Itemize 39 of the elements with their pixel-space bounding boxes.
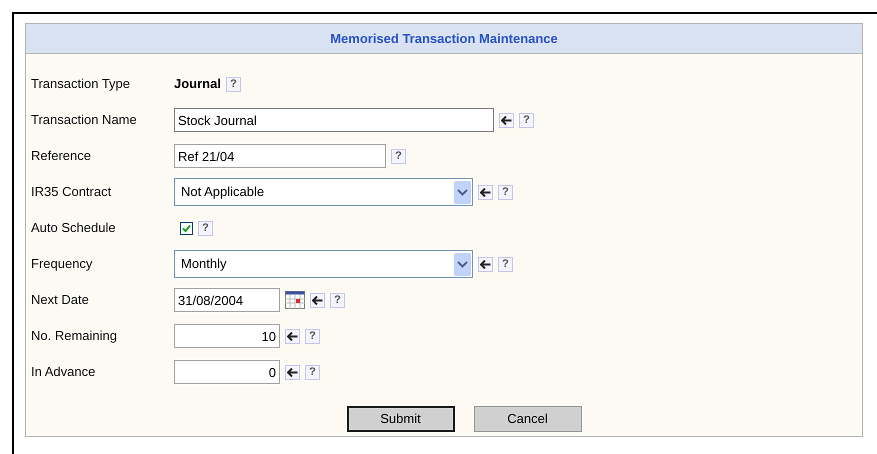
- help-button[interactable]: ?: [330, 292, 345, 308]
- chevron-down-icon: [454, 180, 471, 204]
- help-button[interactable]: ?: [391, 148, 406, 164]
- submit-button[interactable]: Submit: [346, 406, 454, 432]
- field-label: Frequency: [31, 255, 94, 274]
- help-button[interactable]: ?: [305, 364, 320, 380]
- field-label: Reference: [31, 147, 92, 166]
- text-field[interactable]: Ref 21/04: [174, 144, 386, 168]
- dropdown-field[interactable]: Not Applicable: [174, 178, 473, 206]
- field-label: Auto Schedule: [31, 219, 117, 238]
- panel-title: Memorised Transaction Maintenance: [26, 24, 862, 54]
- back-arrow-button[interactable]: [478, 184, 493, 200]
- field-label: Transaction Type: [31, 75, 131, 94]
- back-arrow-button[interactable]: [478, 256, 493, 272]
- number-field[interactable]: 0: [174, 360, 280, 384]
- help-button[interactable]: ?: [519, 112, 534, 128]
- help-button[interactable]: ?: [198, 220, 213, 236]
- calendar-icon[interactable]: [285, 291, 305, 309]
- field-label: IR35 Contract: [31, 183, 112, 202]
- help-button[interactable]: ?: [498, 184, 513, 200]
- help-button[interactable]: ?: [305, 328, 320, 344]
- number-field[interactable]: 10: [174, 324, 280, 348]
- help-button[interactable]: ?: [226, 76, 241, 92]
- transaction-type-value: Journal: [174, 75, 221, 94]
- text-field[interactable]: Stock Journal: [174, 108, 494, 132]
- help-button[interactable]: ?: [498, 256, 513, 272]
- back-arrow-button[interactable]: [310, 292, 325, 308]
- date-field[interactable]: 31/08/2004: [174, 288, 280, 312]
- back-arrow-button[interactable]: [499, 112, 514, 128]
- checkbox[interactable]: [180, 222, 193, 234]
- field-label: Transaction Name: [31, 111, 138, 130]
- dropdown-field[interactable]: Monthly: [174, 250, 473, 278]
- field-label: Next Date: [31, 291, 90, 310]
- chevron-down-icon: [454, 252, 471, 276]
- field-label: No. Remaining: [31, 327, 118, 346]
- field-label: In Advance: [31, 363, 96, 382]
- back-arrow-button[interactable]: [285, 328, 300, 344]
- back-arrow-button[interactable]: [285, 364, 300, 380]
- cancel-button[interactable]: Cancel: [474, 406, 582, 432]
